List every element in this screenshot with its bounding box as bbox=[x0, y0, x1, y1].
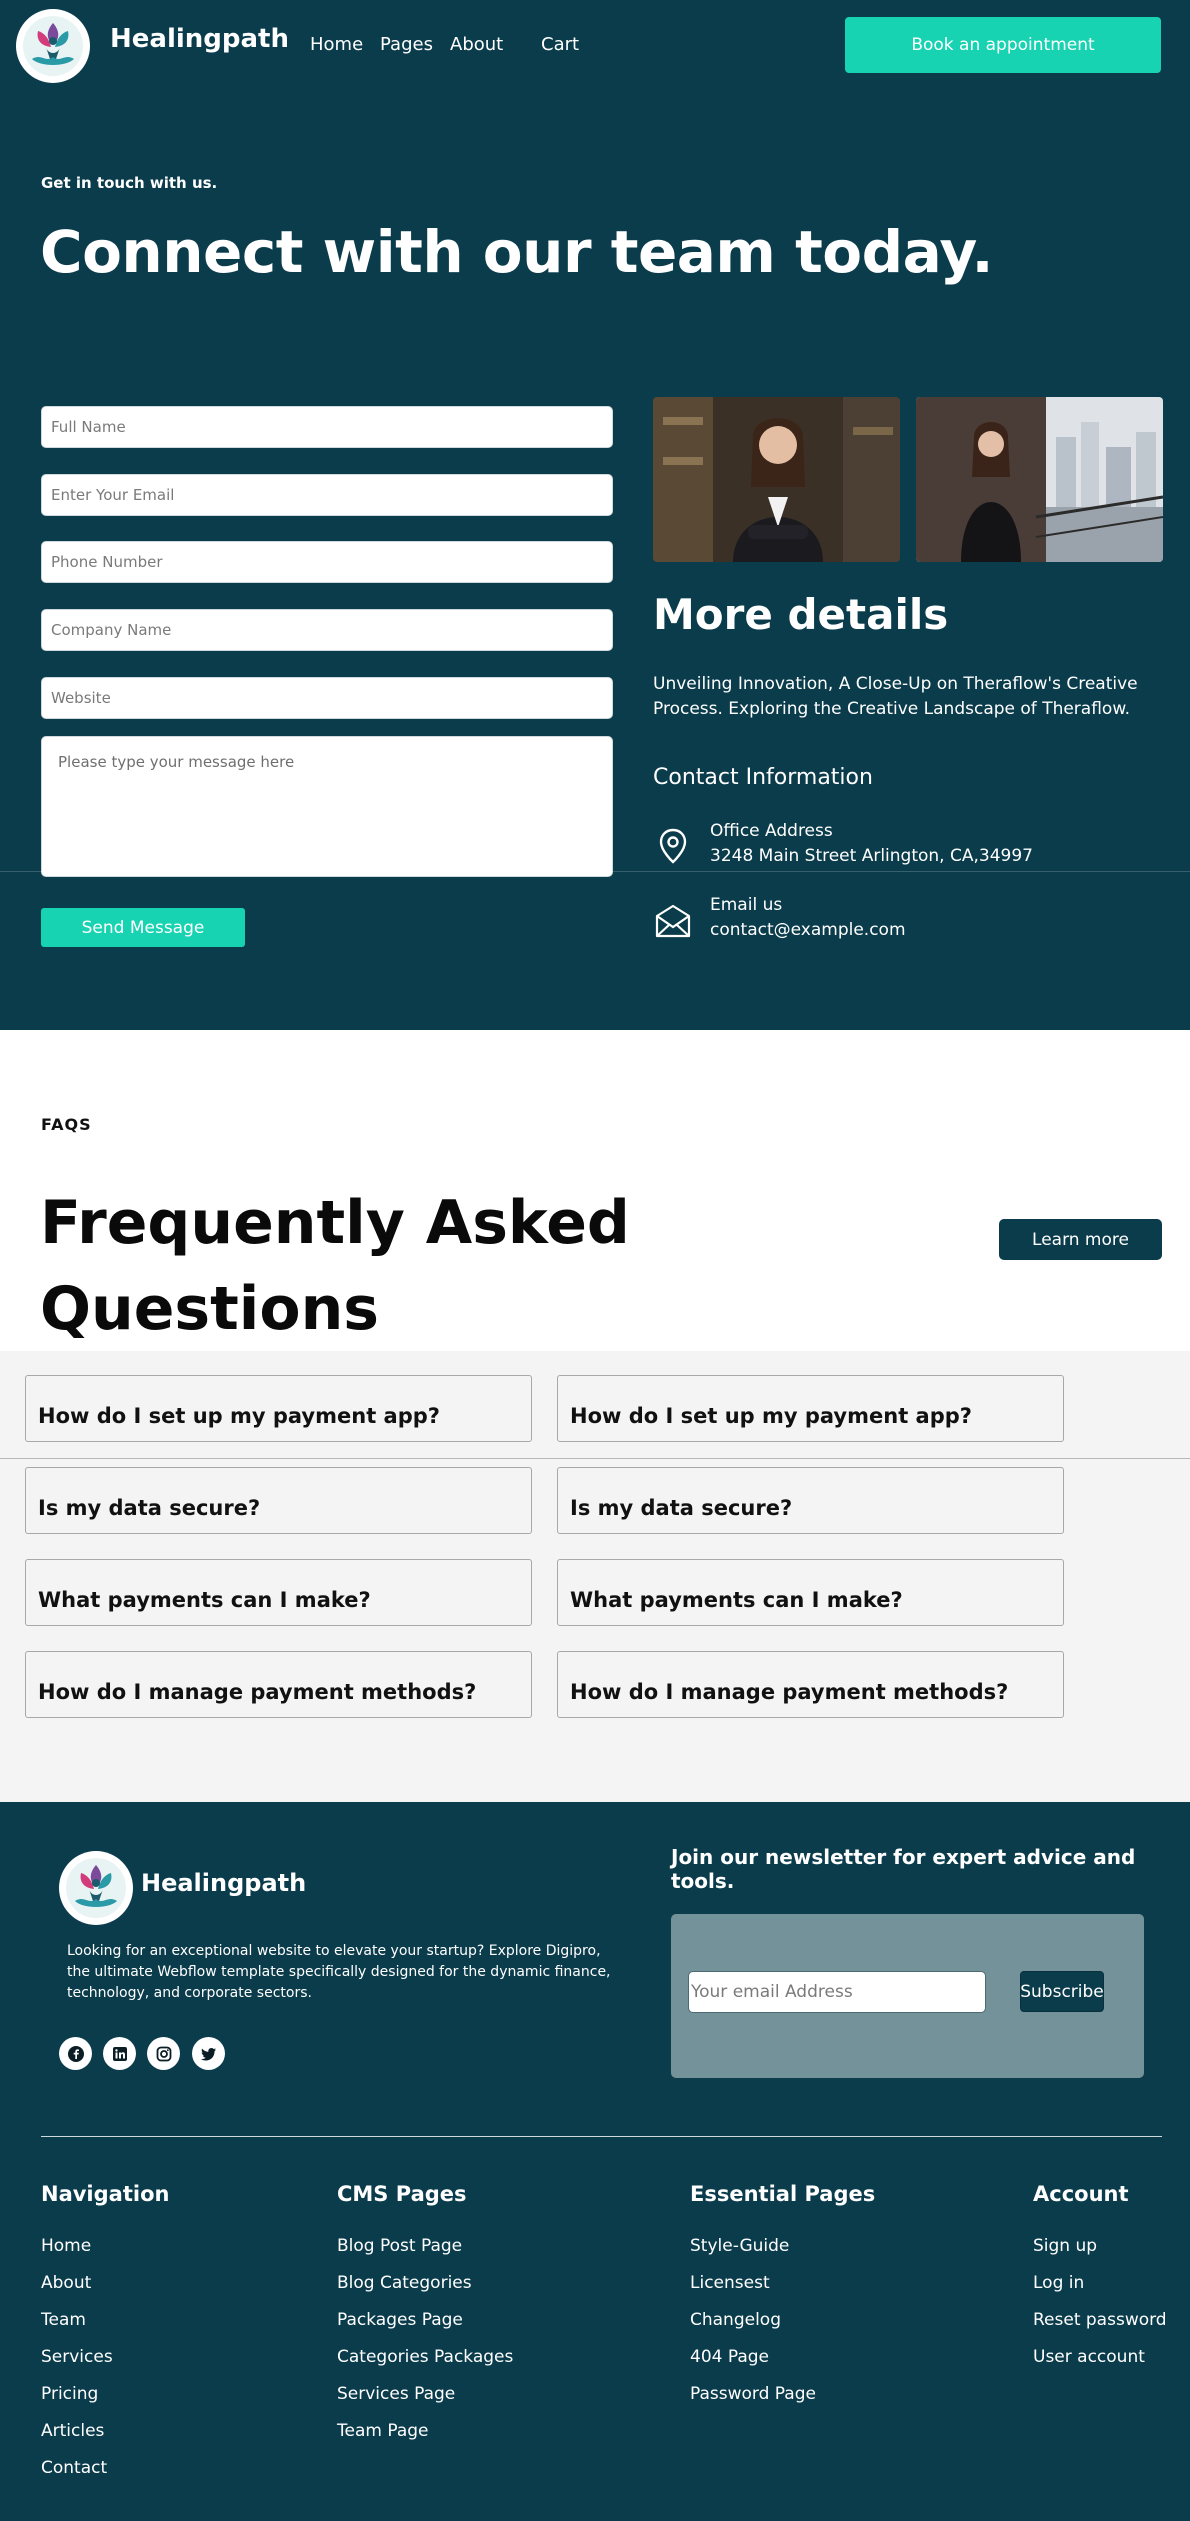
footer-link[interactable]: Sign up bbox=[1033, 2236, 1097, 2256]
faq-question[interactable]: Is my data secure? bbox=[25, 1467, 532, 1534]
faq-question[interactable]: How do I set up my payment app? bbox=[25, 1375, 532, 1442]
footer-col-essential-title: Essential Pages bbox=[690, 2182, 876, 2206]
twitter-icon[interactable] bbox=[192, 2037, 225, 2070]
full-name-field[interactable]: Full Name bbox=[41, 406, 613, 448]
footer-brand-name[interactable]: Healingpath bbox=[141, 1869, 306, 1897]
location-pin-icon bbox=[653, 826, 693, 866]
website-field[interactable]: Website bbox=[41, 677, 613, 719]
footer-link[interactable]: Home bbox=[41, 2236, 91, 2256]
footer-link[interactable]: Blog Categories bbox=[337, 2273, 472, 2293]
footer-link[interactable]: Articles bbox=[41, 2421, 104, 2441]
office-address-label: Office Address bbox=[710, 821, 833, 841]
faq-question[interactable]: What payments can I make? bbox=[25, 1559, 532, 1626]
faq-title: Frequently Asked Questions bbox=[40, 1188, 630, 1344]
section-divider bbox=[0, 871, 1190, 872]
newsletter-email-input[interactable]: Your email Address bbox=[688, 1971, 986, 2013]
facebook-icon[interactable] bbox=[59, 2037, 92, 2070]
footer-link[interactable]: Password Page bbox=[690, 2384, 816, 2404]
instagram-icon[interactable] bbox=[147, 2037, 180, 2070]
team-photo-1 bbox=[653, 397, 900, 562]
footer-link[interactable]: Licensest bbox=[690, 2273, 770, 2293]
details-title: More details bbox=[653, 590, 949, 639]
footer-col-cms-title: CMS Pages bbox=[337, 2182, 467, 2206]
linkedin-icon[interactable] bbox=[103, 2037, 136, 2070]
subscribe-button[interactable]: Subscribe bbox=[1020, 1971, 1104, 2012]
faq-question[interactable]: How do I manage payment methods? bbox=[25, 1651, 532, 1718]
email-field[interactable]: Enter Your Email bbox=[41, 474, 613, 516]
nav-pages[interactable]: Pages bbox=[380, 34, 433, 55]
footer-link[interactable]: Style-Guide bbox=[690, 2236, 789, 2256]
faq-question[interactable]: How do I set up my payment app? bbox=[557, 1375, 1064, 1442]
footer-link[interactable]: Services Page bbox=[337, 2384, 455, 2404]
office-address-value: 3248 Main Street Arlington, CA,34997 bbox=[710, 846, 1033, 866]
envelope-icon bbox=[653, 902, 693, 942]
company-field[interactable]: Company Name bbox=[41, 609, 613, 651]
footer-link[interactable]: Team bbox=[41, 2310, 86, 2330]
message-textarea[interactable]: Please type your message here bbox=[41, 736, 613, 877]
footer-link[interactable]: Packages Page bbox=[337, 2310, 463, 2330]
footer-divider bbox=[41, 2136, 1162, 2137]
details-description: Unveiling Innovation, A Close-Up on Ther… bbox=[653, 674, 1138, 719]
footer-link[interactable]: Changelog bbox=[690, 2310, 781, 2330]
footer-link[interactable]: Blog Post Page bbox=[337, 2236, 462, 2256]
newsletter-title: Join our newsletter for expert advice an… bbox=[671, 1845, 1136, 1893]
send-message-button[interactable]: Send Message bbox=[41, 908, 245, 947]
page-title: Connect with our team today. bbox=[40, 218, 994, 286]
faq-question[interactable]: Is my data secure? bbox=[557, 1467, 1064, 1534]
email-us-label: Email us bbox=[710, 895, 783, 915]
team-photo-2 bbox=[916, 397, 1163, 562]
footer-link[interactable]: Services bbox=[41, 2347, 113, 2367]
email-us-value[interactable]: contact@example.com bbox=[710, 920, 906, 940]
nav-home[interactable]: Home bbox=[310, 34, 363, 55]
faq-question[interactable]: How do I manage payment methods? bbox=[557, 1651, 1064, 1718]
contact-info-heading: Contact Information bbox=[653, 765, 873, 790]
footer-link[interactable]: Log in bbox=[1033, 2273, 1084, 2293]
footer-link[interactable]: Pricing bbox=[41, 2384, 98, 2404]
faq-eyebrow: FAQS bbox=[41, 1115, 92, 1134]
site-footer bbox=[0, 1802, 1190, 2521]
phone-field[interactable]: Phone Number bbox=[41, 541, 613, 583]
faq-question[interactable]: What payments can I make? bbox=[557, 1559, 1064, 1626]
footer-link[interactable]: Categories Packages bbox=[337, 2347, 513, 2367]
lotus-logo-icon bbox=[23, 16, 83, 76]
book-appointment-button[interactable]: Book an appointment bbox=[845, 17, 1161, 73]
footer-link[interactable]: 404 Page bbox=[690, 2347, 769, 2367]
hero-eyebrow: Get in touch with us. bbox=[41, 174, 218, 192]
footer-link[interactable]: User account bbox=[1033, 2347, 1145, 2367]
footer-description: Looking for an exceptional website to el… bbox=[67, 1943, 611, 2001]
brand-logo[interactable] bbox=[16, 9, 90, 83]
footer-link[interactable]: About bbox=[41, 2273, 91, 2293]
nav-cart[interactable]: Cart bbox=[541, 34, 579, 55]
footer-col-navigation-title: Navigation bbox=[41, 2182, 170, 2206]
footer-logo[interactable] bbox=[59, 1851, 133, 1925]
learn-more-button[interactable]: Learn more bbox=[999, 1219, 1162, 1260]
footer-link[interactable]: Contact bbox=[41, 2458, 107, 2478]
footer-col-account-title: Account bbox=[1033, 2182, 1129, 2206]
lotus-logo-icon bbox=[66, 1858, 126, 1918]
brand-name[interactable]: Healingpath bbox=[110, 24, 289, 54]
footer-link[interactable]: Team Page bbox=[337, 2421, 429, 2441]
nav-about[interactable]: About bbox=[450, 34, 503, 55]
footer-link[interactable]: Reset password bbox=[1033, 2310, 1167, 2330]
faq-divider bbox=[0, 1458, 1190, 1459]
